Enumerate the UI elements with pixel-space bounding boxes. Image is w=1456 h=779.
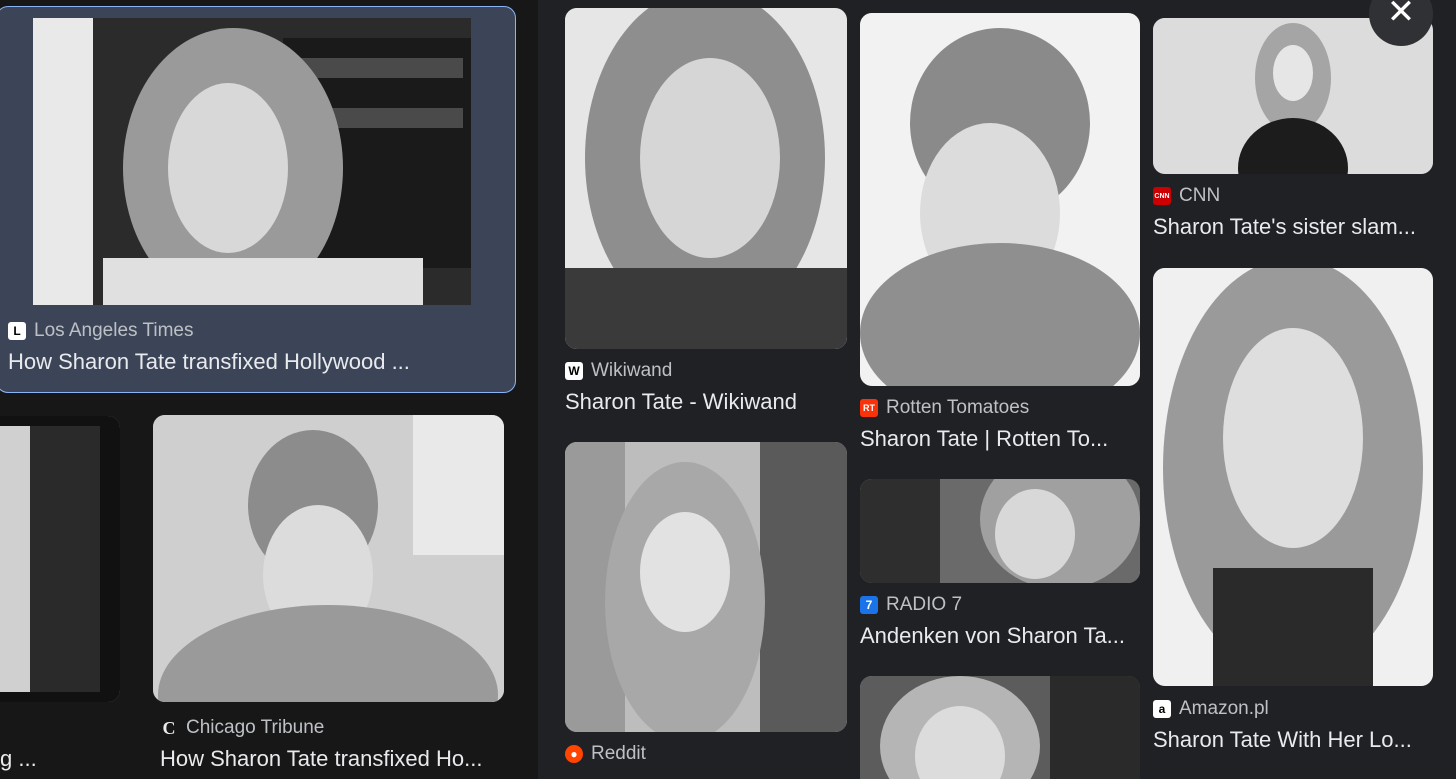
result-image-chicago-tribune[interactable] [153, 415, 504, 702]
result-source-label: Reddit [591, 743, 646, 764]
result-source[interactable]: CNN CNN [1153, 185, 1220, 207]
result-source-label: Chicago Tribune [186, 717, 325, 738]
result-title[interactable]: Sharon Tate's sister slam... [1153, 214, 1443, 240]
result-source[interactable]: C Chicago Tribune [160, 717, 325, 739]
result-source-label: RADIO 7 [886, 594, 963, 615]
result-source[interactable]: a Amazon.pl [1153, 698, 1269, 720]
result-image-rotten-tomatoes[interactable] [860, 13, 1140, 386]
rotten-tomatoes-icon: RT [860, 399, 878, 417]
result-title[interactable]: g ... [0, 746, 110, 772]
result-title[interactable]: Andenken von Sharon Ta... [860, 623, 1150, 649]
radio7-icon: 7 [860, 596, 878, 614]
result-source-label: CNN [1179, 185, 1221, 206]
result-title[interactable]: Sharon Tate - Wikiwand [565, 389, 855, 415]
result-source-label: Rotten Tomatoes [886, 397, 1030, 418]
result-image-wikiwand[interactable] [565, 8, 847, 349]
result-source[interactable]: W Wikiwand [565, 360, 672, 382]
cnn-icon: CNN [1153, 187, 1171, 205]
result-source-label: Los Angeles Times [34, 320, 194, 341]
result-image-partial[interactable] [0, 416, 120, 702]
result-image-radio7[interactable] [860, 479, 1140, 583]
result-image-reddit[interactable] [565, 442, 847, 732]
left-results-pane: L Los Angeles Times How Sharon Tate tran… [0, 0, 538, 779]
result-image-amazon[interactable] [1153, 268, 1433, 686]
result-title[interactable]: How Sharon Tate transfixed Hollywood ... [8, 349, 508, 375]
result-image-partial-bottom[interactable] [860, 676, 1140, 779]
la-times-icon: L [8, 322, 26, 340]
right-results-pane: W Wikiwand Sharon Tate - Wikiwand ● Redd… [538, 0, 1456, 779]
result-title[interactable]: Sharon Tate | Rotten To... [860, 426, 1150, 452]
result-source[interactable]: ● Reddit [565, 743, 646, 765]
amazon-icon: a [1153, 700, 1171, 718]
result-source-label: Wikiwand [591, 360, 673, 381]
result-image-la-times[interactable] [33, 18, 471, 305]
reddit-icon: ● [565, 745, 583, 763]
result-source[interactable]: RT Rotten Tomatoes [860, 397, 1029, 419]
result-title[interactable]: Sharon Tate With Her Lo... [1153, 727, 1443, 753]
wikiwand-icon: W [565, 362, 583, 380]
chicago-tribune-icon: C [162, 717, 176, 738]
result-source[interactable]: 7 RADIO 7 [860, 594, 962, 616]
result-source-label: Amazon.pl [1179, 698, 1269, 719]
close-icon: ✕ [1386, 0, 1416, 31]
result-title[interactable]: How Sharon Tate transfixed Ho... [160, 746, 530, 772]
result-source[interactable]: L Los Angeles Times [8, 320, 193, 342]
